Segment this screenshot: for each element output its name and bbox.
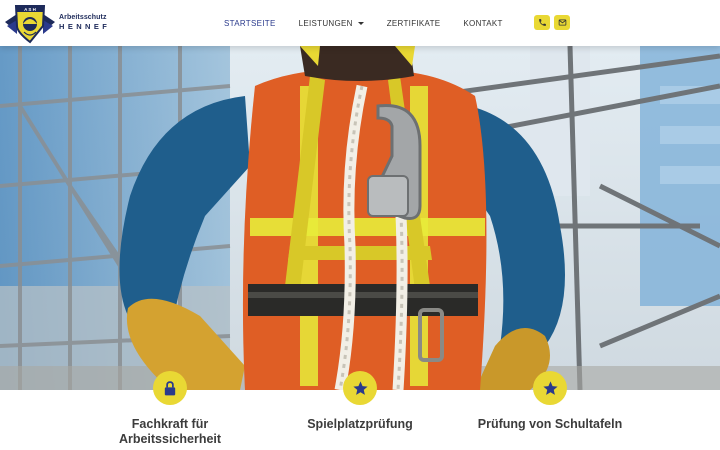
email-button[interactable] <box>554 15 570 30</box>
brand-logo[interactable]: A S H Arbeitsschutz HENNEF <box>3 2 113 44</box>
nav-item-zertifikate[interactable]: ZERTIFIKATE <box>387 19 441 28</box>
main-nav: STARTSEITE LEISTUNGEN ZERTIFIKATE KONTAK… <box>224 0 526 46</box>
site-header: A S H Arbeitsschutz HENNEF STARTSEITE LE… <box>0 0 720 46</box>
brand-name-line2: HENNEF <box>59 22 111 31</box>
nav-item-startseite[interactable]: STARTSEITE <box>224 19 276 28</box>
crest-logo-icon: A S H <box>5 5 55 44</box>
caret-down-icon <box>357 21 364 25</box>
nav-item-kontakt[interactable]: KONTAKT <box>463 19 502 28</box>
svg-text:A S H: A S H <box>24 7 36 12</box>
nav-item-leistungen[interactable]: LEISTUNGEN <box>299 19 364 28</box>
brand-name-line1: Arbeitsschutz <box>59 14 107 21</box>
feature-title-spielplatz: Spielplatzprüfung <box>307 417 413 431</box>
worker-harness-illustration <box>0 46 720 390</box>
phone-button[interactable] <box>534 15 550 30</box>
lock-icon <box>164 380 176 395</box>
star-icon-badge <box>343 371 377 405</box>
lock-icon-badge <box>153 371 187 405</box>
feature-title-fachkraft: Fachkraft für Arbeitssicherheit <box>118 417 222 446</box>
email-icon <box>558 19 566 26</box>
star-icon <box>352 380 368 395</box>
star-icon <box>542 380 558 395</box>
star-icon-badge <box>533 371 567 405</box>
phone-icon <box>538 19 546 26</box>
features-section: Fachkraft für Arbeitssicherheit Spielpla… <box>0 371 720 450</box>
hero-image <box>0 46 720 390</box>
feature-title-schultafeln: Prüfung von Schultafeln <box>477 417 623 431</box>
